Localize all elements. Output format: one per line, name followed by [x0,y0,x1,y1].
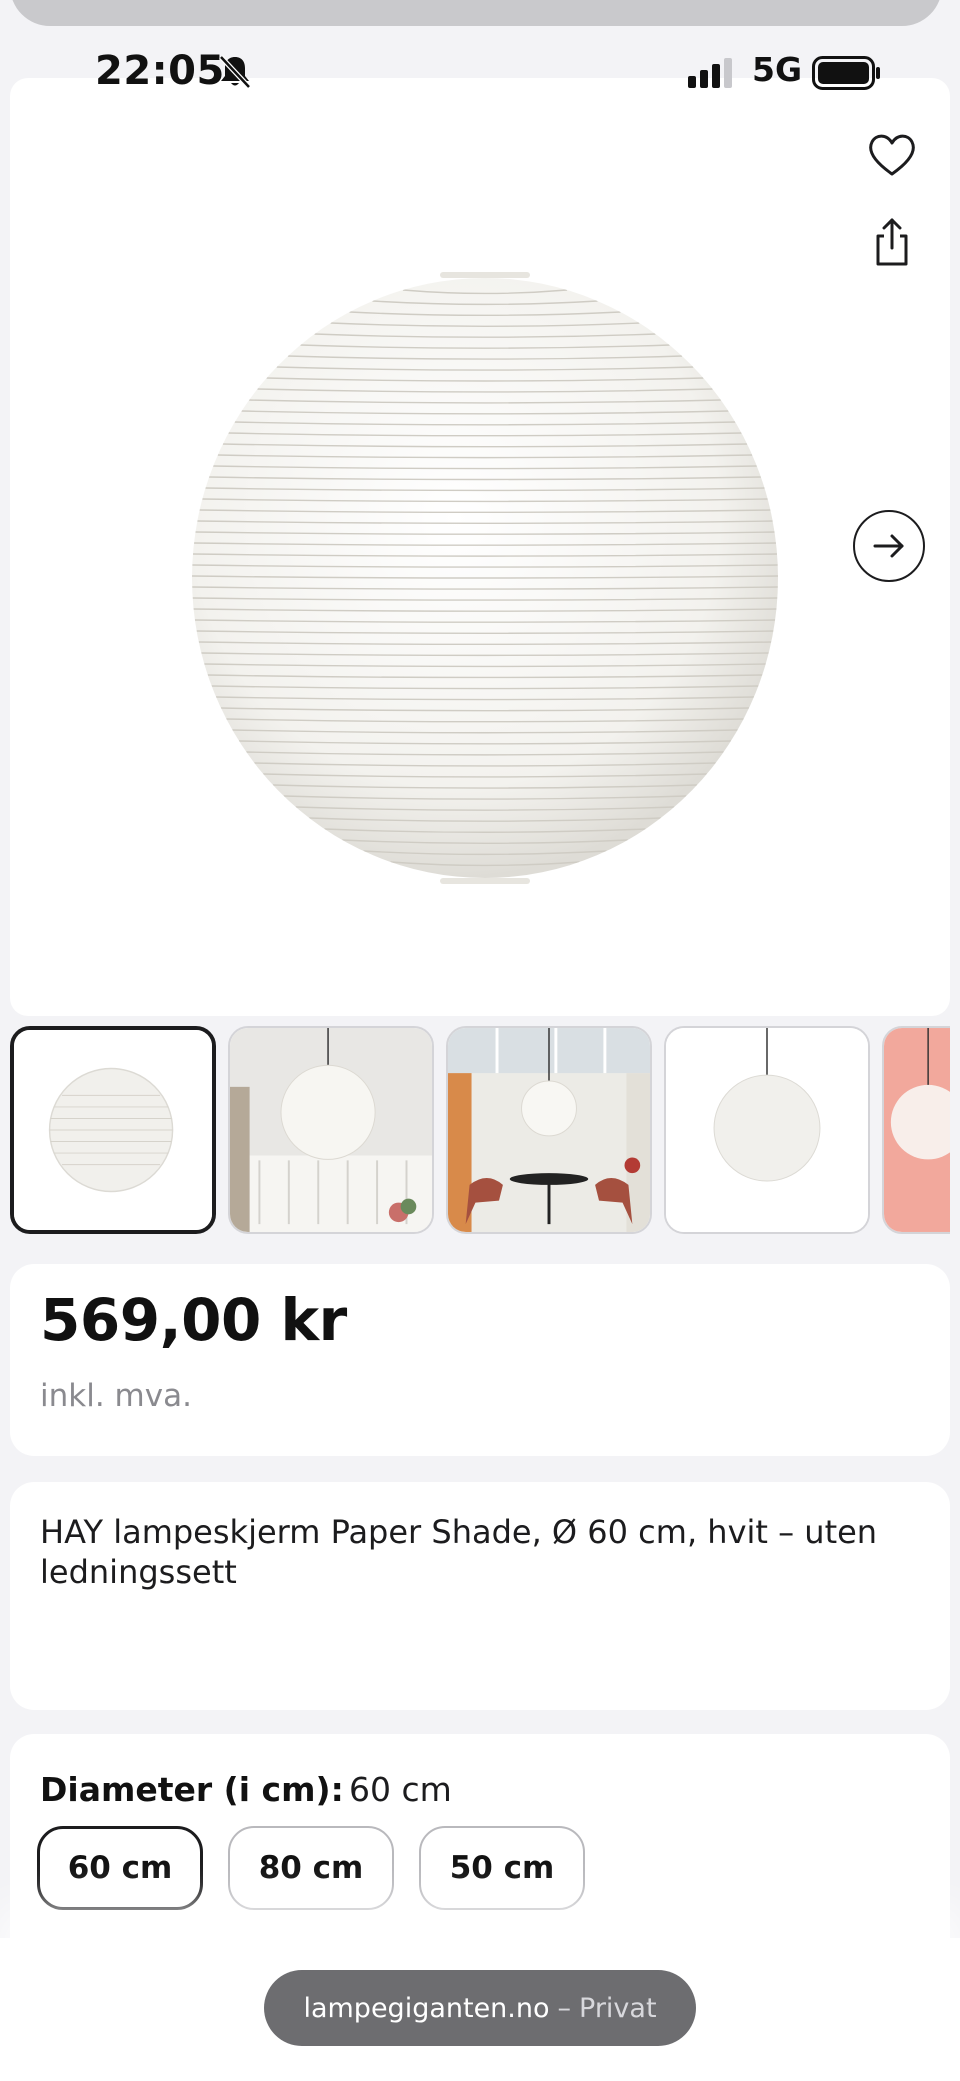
address-bar[interactable]: lampegiganten.no – Privat [264,1970,696,2046]
product-image-gallery[interactable] [10,78,950,1016]
top-sheet-handle [10,0,942,26]
share-icon [876,218,908,266]
address-separator: – [557,1992,572,2024]
thumbnail-strip[interactable] [10,1026,950,1236]
product-title: HAY lampeskjerm Paper Shade, Ø 60 cm, hv… [40,1513,878,1591]
next-image-button[interactable] [853,510,925,582]
favorite-button[interactable] [862,124,922,184]
variant-option-60cm[interactable]: 60 cm [37,1826,203,1910]
variant-selected-value: 60 cm [349,1770,452,1809]
network-type: 5G [752,50,803,89]
thumbnail-image [230,1028,432,1232]
thumbnail-pink-background[interactable] [882,1026,950,1234]
private-mode-label: Privat [579,1992,657,2024]
thumbnail-image [14,1030,212,1230]
status-bar: 22:05 5G [0,44,960,100]
thumbnail-dining-room[interactable] [446,1026,652,1234]
cellular-signal-icon [688,58,732,88]
price-card: 569,00 kr inkl. mva. [10,1264,950,1456]
thumbnail-image [666,1028,868,1232]
product-price: 569,00 kr [40,1286,347,1354]
thumbnail-image [884,1028,950,1232]
thumbnail-image [448,1028,650,1232]
share-button[interactable] [862,212,922,272]
arrow-right-icon [873,534,904,558]
address-domain: lampegiganten.no [303,1992,550,2024]
thumbnail-pendant-white[interactable] [664,1026,870,1234]
variant-option-80cm[interactable]: 80 cm [228,1826,394,1910]
variant-option-50cm[interactable]: 50 cm [419,1826,585,1910]
thumbnail-room-wainscot[interactable] [228,1026,434,1234]
product-title-card: HAY lampeskjerm Paper Shade, Ø 60 cm, hv… [10,1482,950,1710]
battery-icon [812,56,880,90]
browser-bottom-bar: lampegiganten.no – Privat [0,1938,960,2081]
heart-icon [869,134,915,176]
bell-slash-icon [219,55,251,89]
product-image-paper-shade [192,272,778,884]
status-time: 22:05 [95,48,225,94]
thumbnail-shade-white[interactable] [10,1026,216,1234]
variant-label: Diameter (i cm): [40,1770,344,1809]
vat-note: inkl. mva. [40,1378,192,1414]
